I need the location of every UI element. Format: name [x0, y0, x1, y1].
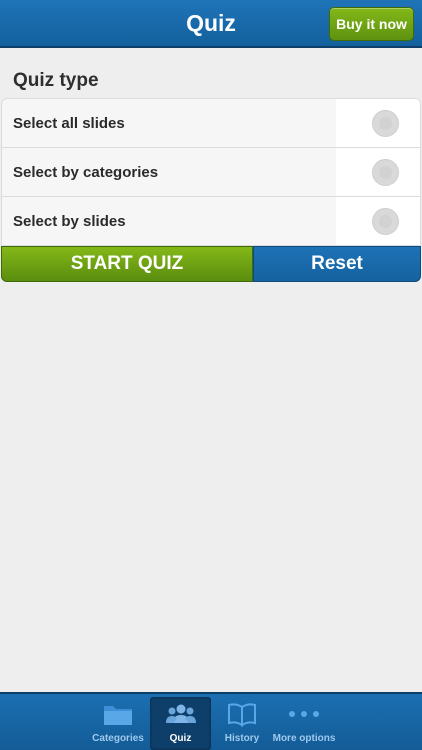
tab-label: History: [224, 733, 260, 744]
tab-categories[interactable]: Categories: [88, 697, 148, 750]
people-icon: [150, 701, 211, 729]
option-label: Select by categories: [13, 164, 159, 181]
tab-label: More options: [272, 733, 336, 744]
radio-cell: [336, 197, 420, 245]
buy-it-now-button[interactable]: Buy it now: [329, 7, 414, 41]
bottom-tab-bar: Categories Quiz History More options: [0, 692, 422, 750]
radio-cell: [336, 99, 420, 147]
option-label: Select all slides: [13, 115, 125, 132]
tab-more-options[interactable]: More options: [272, 697, 336, 750]
folder-icon: [88, 701, 148, 729]
book-icon: [214, 701, 270, 729]
option-select-by-slides[interactable]: Select by slides: [2, 197, 420, 245]
option-select-by-categories[interactable]: Select by categories: [2, 148, 420, 197]
tab-label: Categories: [92, 733, 144, 744]
quiz-type-options: Select all slides Select by categories S…: [1, 98, 421, 246]
tab-label: Quiz: [169, 733, 192, 744]
tab-history[interactable]: History: [214, 697, 270, 750]
radio-button[interactable]: [372, 110, 399, 137]
option-label: Select by slides: [13, 213, 126, 230]
app: Quiz Buy it now Quiz type Select all sli…: [0, 0, 422, 750]
radio-button[interactable]: [372, 159, 399, 186]
radio-button[interactable]: [372, 208, 399, 235]
radio-cell: [336, 148, 420, 196]
start-quiz-button[interactable]: START QUIZ: [1, 246, 253, 282]
reset-button[interactable]: Reset: [253, 246, 421, 282]
more-dots-icon: [272, 701, 336, 729]
option-select-all-slides[interactable]: Select all slides: [2, 99, 420, 148]
tab-quiz[interactable]: Quiz: [150, 697, 211, 750]
quiz-actions: START QUIZ Reset: [1, 246, 421, 282]
quiz-type-heading: Quiz type: [13, 70, 99, 91]
header-bar: Quiz Buy it now: [0, 0, 422, 48]
